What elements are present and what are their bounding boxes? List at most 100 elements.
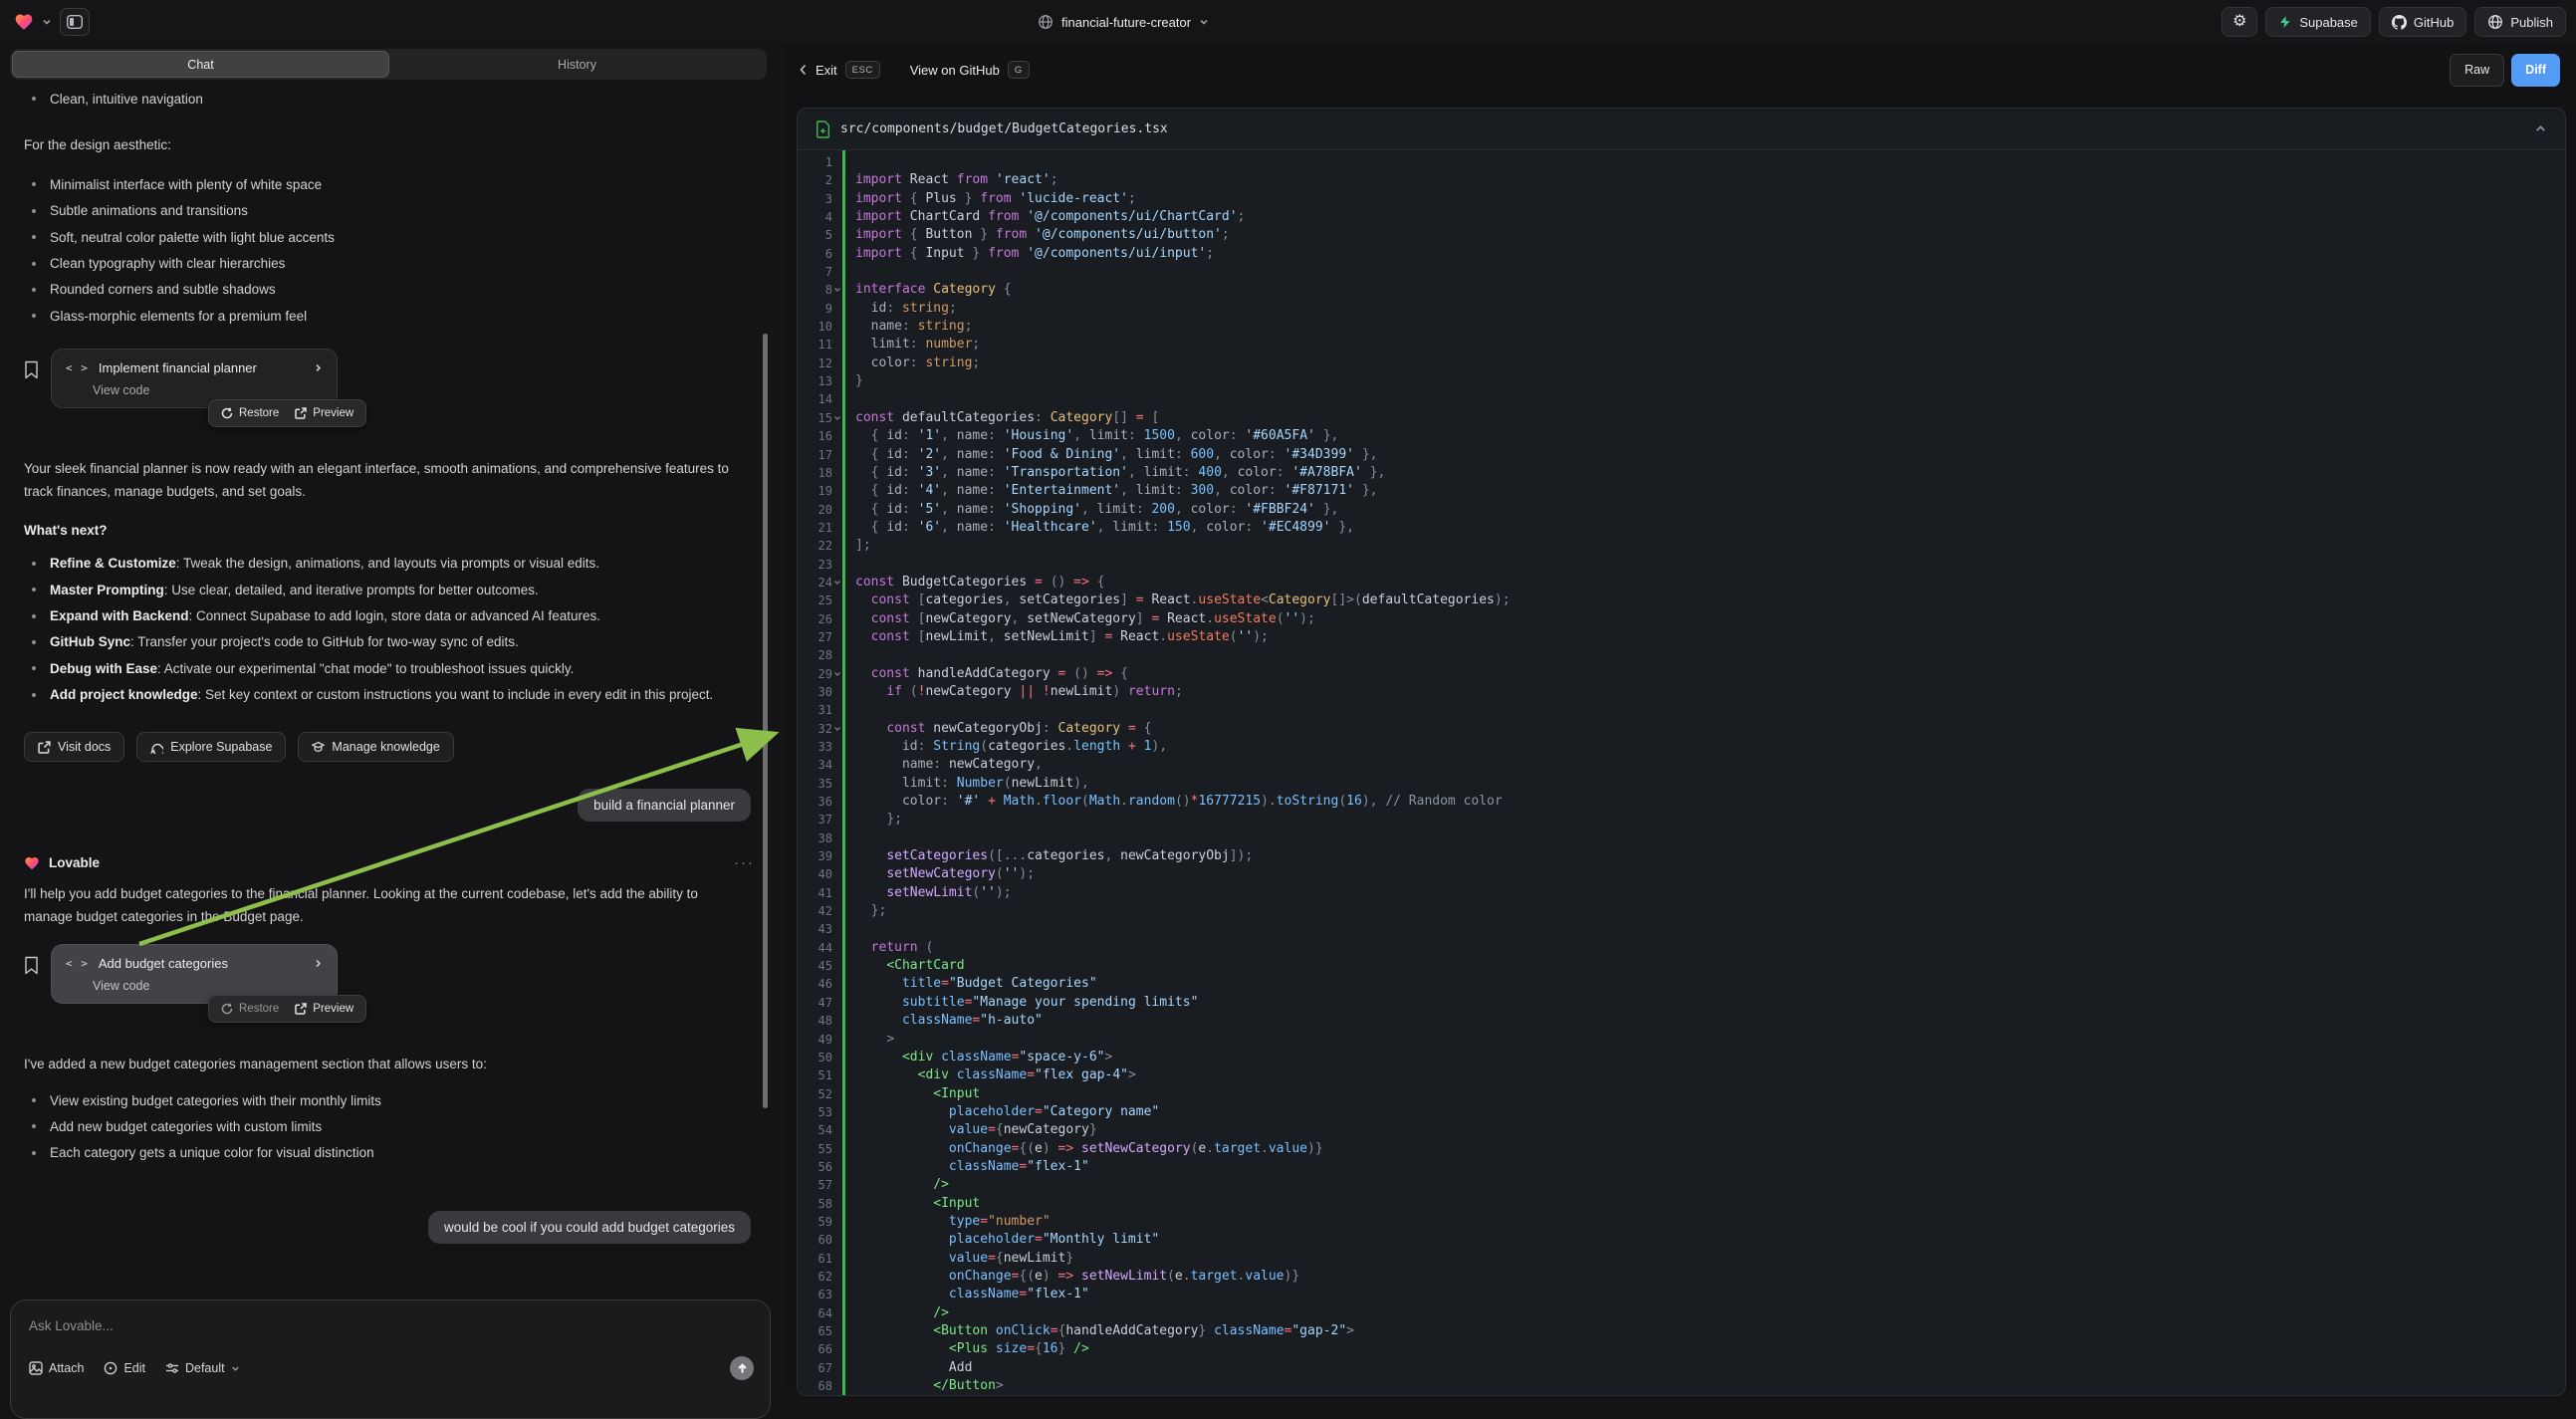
code-line: 53 placeholder="Category name" bbox=[798, 1103, 2565, 1121]
chat-bubble-icon bbox=[150, 741, 163, 754]
lovable-logo-icon[interactable] bbox=[14, 12, 34, 32]
user-message: build a financial planner bbox=[578, 789, 751, 822]
code-line: 67 Add bbox=[798, 1359, 2565, 1377]
list-item: Minimalist interface with plenty of whit… bbox=[24, 173, 759, 199]
code-line: 62 onChange={(e) => setNewLimit(e.target… bbox=[798, 1268, 2565, 1286]
code-line: 33 id: String(categories.length + 1), bbox=[798, 738, 2565, 756]
github-button[interactable]: GitHub bbox=[2379, 7, 2466, 37]
lovable-heart-icon bbox=[24, 855, 40, 871]
diff-added-bar bbox=[842, 150, 845, 1395]
publish-button[interactable]: Publish bbox=[2474, 7, 2566, 37]
list-item: View existing budget categories with the… bbox=[24, 1089, 759, 1115]
collapse-chevron-up-icon[interactable] bbox=[2534, 122, 2547, 135]
code-editor[interactable]: 12import React from 'react';3import { Pl… bbox=[798, 150, 2565, 1395]
code-line: 60 placeholder="Monthly limit" bbox=[798, 1231, 2565, 1249]
code-line: 14 bbox=[798, 390, 2565, 408]
code-line: 11 limit: number; bbox=[798, 336, 2565, 354]
visit-docs-button[interactable]: Visit docs bbox=[24, 732, 124, 762]
code-line: 4import ChartCard from '@/components/ui/… bbox=[798, 208, 2565, 226]
view-code-link[interactable]: View code bbox=[93, 979, 323, 993]
list-item: Glass-morphic elements for a premium fee… bbox=[24, 305, 759, 331]
file-header[interactable]: src/components/budget/BudgetCategories.t… bbox=[798, 109, 2565, 150]
code-line: 7 bbox=[798, 263, 2565, 281]
list-item: Clean typography with clear hierarchies bbox=[24, 253, 759, 279]
code-line: 25 const [categories, setCategories] = R… bbox=[798, 591, 2565, 609]
project-switcher[interactable]: financial-future-creator bbox=[1038, 0, 1209, 44]
code-line: 47 subtitle="Manage your spending limits… bbox=[798, 994, 2565, 1012]
attach-button[interactable]: Attach bbox=[29, 1361, 84, 1375]
code-line: 28 bbox=[798, 646, 2565, 664]
code-line: 40 setNewCategory(''); bbox=[798, 865, 2565, 883]
manage-knowledge-button[interactable]: Manage knowledge bbox=[298, 732, 453, 762]
code-line: 10 name: string; bbox=[798, 318, 2565, 336]
list-item: Soft, neutral color palette with light b… bbox=[24, 226, 759, 252]
list-item: Add new budget categories with custom li… bbox=[24, 1115, 759, 1141]
code-line: 5import { Button } from '@/components/ui… bbox=[798, 226, 2565, 244]
added-features-list: View existing budget categories with the… bbox=[24, 1089, 759, 1168]
code-line: 23 bbox=[798, 556, 2565, 574]
sidebar-toggle-button[interactable] bbox=[60, 8, 90, 36]
assistant-header: Lovable ··· bbox=[24, 854, 759, 871]
raw-toggle-button[interactable]: Raw bbox=[2450, 54, 2504, 87]
globe-icon bbox=[1038, 14, 1054, 30]
select-edit-icon bbox=[104, 1361, 117, 1375]
code-line: 15const defaultCategories: Category[] = … bbox=[798, 409, 2565, 427]
restore-icon bbox=[221, 407, 233, 419]
exit-button[interactable]: Exit ESC bbox=[799, 61, 880, 79]
version-card-title: Implement financial planner bbox=[99, 360, 257, 375]
tab-chat[interactable]: Chat bbox=[12, 51, 389, 78]
code-line: 38 bbox=[798, 829, 2565, 847]
preview-button[interactable]: Preview bbox=[295, 407, 353, 419]
suggestion-buttons: Visit docs Explore Supabase Manage knowl… bbox=[24, 732, 759, 762]
message-more-button[interactable]: ··· bbox=[734, 854, 755, 871]
chat-messages[interactable]: Clean, intuitive navigation For the desi… bbox=[0, 88, 783, 1256]
version-card-title: Add budget categories bbox=[99, 956, 228, 971]
code-line: 51 <div className="flex gap-4"> bbox=[798, 1066, 2565, 1084]
edit-button[interactable]: Edit bbox=[104, 1361, 145, 1375]
logo-chevron-down-icon[interactable] bbox=[42, 17, 52, 27]
list-item: Subtle animations and transitions bbox=[24, 200, 759, 226]
code-line: 44 return ( bbox=[798, 939, 2565, 957]
model-selector[interactable]: Default bbox=[165, 1361, 240, 1375]
bookmark-icon[interactable] bbox=[24, 360, 39, 379]
view-code-link[interactable]: View code bbox=[93, 383, 323, 397]
code-line: 35 limit: Number(newLimit), bbox=[798, 775, 2565, 793]
prompt-input-box[interactable]: Ask Lovable... Attach Edit Default bbox=[10, 1300, 771, 1419]
restore-button[interactable]: Restore bbox=[221, 1003, 279, 1015]
arrow-up-icon bbox=[737, 1363, 748, 1374]
list-item: Each category gets a unique color for vi… bbox=[24, 1142, 759, 1168]
code-line: 56 className="flex-1" bbox=[798, 1158, 2565, 1176]
code-line: 8interface Category { bbox=[798, 281, 2565, 299]
code-line: 61 value={newLimit} bbox=[798, 1250, 2565, 1268]
code-line: 63 className="flex-1" bbox=[798, 1286, 2565, 1303]
view-on-github-button[interactable]: View on GitHub G bbox=[910, 61, 1030, 79]
list-item: Clean, intuitive navigation bbox=[24, 88, 759, 114]
restore-button[interactable]: Restore bbox=[221, 407, 279, 419]
supabase-button[interactable]: Supabase bbox=[2265, 7, 2371, 37]
bookmark-icon[interactable] bbox=[24, 956, 39, 975]
external-link-icon bbox=[38, 741, 51, 754]
tab-history[interactable]: History bbox=[389, 51, 765, 78]
code-view-panel: Exit ESC View on GitHub G Raw Diff src/c… bbox=[783, 44, 2576, 1388]
diff-toggle-button[interactable]: Diff bbox=[2511, 54, 2560, 87]
g-key-badge: G bbox=[1008, 61, 1030, 79]
code-line: 9 id: string; bbox=[798, 300, 2565, 318]
code-line: 48 className="h-auto" bbox=[798, 1012, 2565, 1030]
user-message: would be cool if you could add budget ca… bbox=[428, 1211, 751, 1244]
chat-panel: Chat History Clean, intuitive navigation… bbox=[0, 44, 783, 1388]
code-line: 64 /> bbox=[798, 1304, 2565, 1322]
panel-icon bbox=[67, 15, 83, 29]
assistant-paragraph: I'll help you add budget categories to t… bbox=[24, 882, 736, 928]
design-heading: For the design aesthetic: bbox=[24, 133, 759, 156]
whats-next-list: Refine & Customize: Tweak the design, an… bbox=[24, 553, 759, 710]
whats-next-heading: What's next? bbox=[24, 523, 759, 538]
settings-button[interactable]: ⚙ bbox=[2222, 7, 2257, 37]
code-line: 22]; bbox=[798, 537, 2565, 555]
chevron-left-icon bbox=[799, 64, 808, 76]
send-button[interactable] bbox=[730, 1356, 754, 1380]
external-link-icon bbox=[295, 407, 307, 419]
explore-supabase-button[interactable]: Explore Supabase bbox=[136, 732, 286, 762]
code-line: 6import { Input } from '@/components/ui/… bbox=[798, 245, 2565, 263]
preview-button[interactable]: Preview bbox=[295, 1003, 353, 1015]
chat-scrollbar[interactable] bbox=[763, 334, 768, 1108]
